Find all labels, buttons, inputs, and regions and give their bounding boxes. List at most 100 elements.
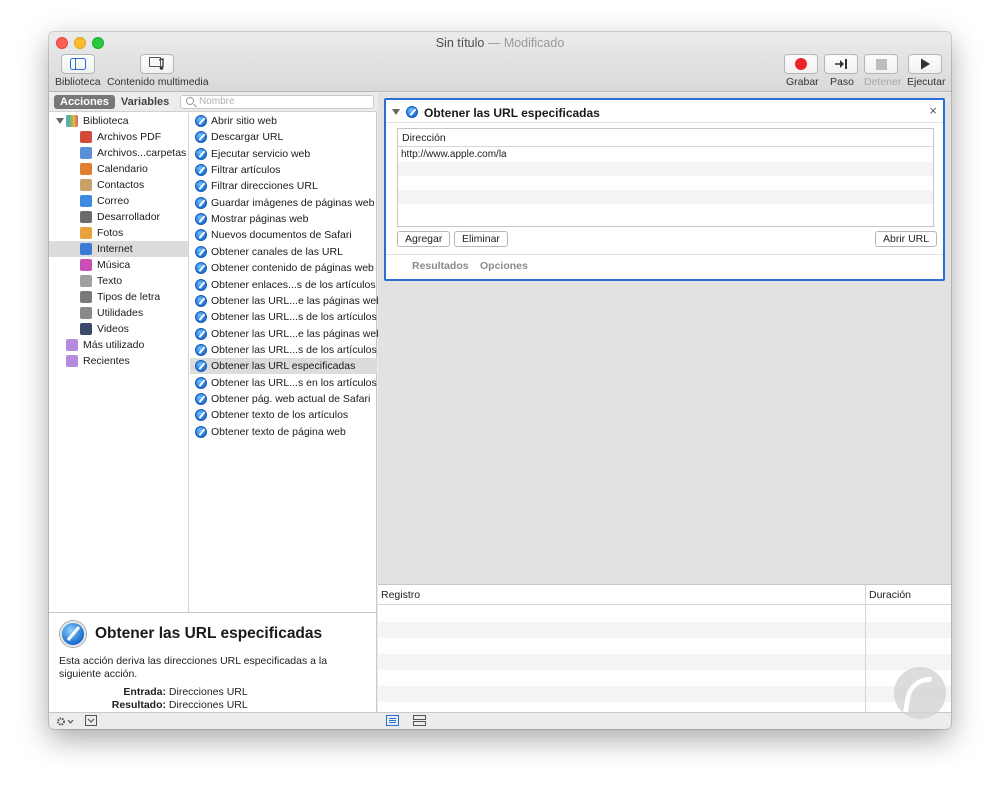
library-item[interactable]: Contactos (49, 177, 188, 193)
stop-button[interactable] (864, 54, 898, 74)
show-description-icon[interactable] (85, 715, 97, 726)
action-item-label: Abrir sitio web (211, 115, 277, 127)
url-table-row[interactable] (398, 162, 933, 176)
tab-opciones[interactable]: Opciones (480, 260, 528, 272)
action-item[interactable]: Obtener las URL...s de los artículos (190, 309, 377, 325)
close-action-icon[interactable]: × (929, 103, 937, 118)
category-icon (80, 147, 92, 159)
library-root-label: Biblioteca (83, 115, 129, 127)
smart-folder-icon (66, 355, 78, 367)
action-item[interactable]: Descargar URL (190, 129, 377, 145)
add-button[interactable]: Agregar (397, 231, 451, 247)
tab-resultados[interactable]: Resultados (412, 260, 469, 272)
workflow-area[interactable]: Obtener las URL especificadas × Direcció… (378, 93, 951, 584)
sidebar-icon (70, 58, 86, 70)
library-item[interactable]: Música (49, 257, 188, 273)
safari-compass-icon (195, 196, 207, 209)
category-icon (80, 291, 92, 303)
url-table[interactable]: Dirección http://www.apple.com/la (397, 128, 934, 227)
action-item[interactable]: Obtener canales de las URL (190, 244, 377, 260)
tab-acciones[interactable]: Acciones (54, 95, 115, 109)
log-column-duracion[interactable]: Duración (869, 585, 911, 605)
action-item[interactable]: Obtener las URL...s en los artículos (190, 375, 377, 391)
safari-compass-icon (195, 229, 207, 242)
action-item[interactable]: Obtener las URL especificadas (190, 358, 377, 375)
library-toggle-button[interactable] (61, 54, 95, 74)
action-item[interactable]: Mostrar páginas web (190, 211, 377, 227)
action-item[interactable]: Obtener las URL...s de los artículos (190, 342, 377, 358)
action-item-label: Mostrar páginas web (211, 213, 309, 226)
library-item[interactable]: Fotos (49, 225, 188, 241)
library-item[interactable]: Texto (49, 273, 188, 289)
collapse-triangle-icon[interactable] (392, 109, 400, 115)
result-type: Resultado: Direcciones URL (49, 699, 248, 711)
action-item[interactable]: Obtener enlaces...s de los artículos (190, 277, 377, 293)
action-item-label: Filtrar direcciones URL (211, 180, 318, 193)
url-table-header: Dirección (398, 129, 933, 147)
url-table-row[interactable]: http://www.apple.com/la (398, 148, 933, 162)
search-input[interactable]: Nombre (180, 95, 374, 109)
library-item[interactable]: Calendario (49, 161, 188, 177)
remove-button[interactable]: Eliminar (454, 231, 508, 247)
library-item[interactable]: Videos (49, 321, 188, 337)
record-button[interactable] (784, 54, 818, 74)
step-button[interactable] (824, 54, 858, 74)
smart-folder-item[interactable]: Recientes (49, 353, 188, 369)
library-item[interactable]: Utilidades (49, 305, 188, 321)
smart-folder-icon (66, 339, 78, 351)
split-view-icon[interactable] (413, 715, 426, 726)
divider (386, 122, 943, 123)
library-tabs: Acciones Variables (54, 95, 175, 109)
action-item-label: Ejecutar servicio web (211, 147, 311, 160)
action-item[interactable]: Abrir sitio web (190, 113, 377, 129)
action-item[interactable]: Filtrar artículos (190, 162, 377, 178)
category-icon (80, 163, 92, 175)
url-table-row[interactable] (398, 190, 933, 204)
media-button[interactable] (140, 54, 174, 74)
smart-folder-item[interactable]: Más utilizado (49, 337, 188, 353)
search-icon (186, 97, 194, 105)
action-item-label: Obtener texto de página web (211, 425, 346, 438)
library-item[interactable]: Correo (49, 193, 188, 209)
disclosure-triangle-icon[interactable] (56, 118, 64, 124)
library-item[interactable]: Internet (49, 241, 188, 257)
action-card[interactable]: Obtener las URL especificadas × Direcció… (384, 98, 945, 281)
url-table-row[interactable] (398, 204, 933, 218)
library-item[interactable]: Desarrollador (49, 209, 188, 225)
action-item[interactable]: Nuevos documentos de Safari (190, 227, 377, 243)
result-type-label: Resultado: (111, 699, 166, 711)
description-text: Esta acción deriva las direcciones URL e… (59, 655, 328, 680)
log-column-registro[interactable]: Registro (381, 585, 420, 605)
smart-folder-label: Más utilizado (83, 339, 145, 351)
library-item-label: Desarrollador (97, 211, 161, 223)
input-type-value: Direcciones URL (168, 686, 248, 698)
action-item[interactable]: Obtener pág. web actual de Safari (190, 391, 377, 407)
library-item[interactable]: Archivos...carpetas (49, 145, 188, 161)
action-item[interactable]: Filtrar direcciones URL (190, 178, 377, 194)
action-item[interactable]: Obtener texto de los artículos (190, 407, 377, 423)
run-button[interactable] (908, 54, 942, 74)
action-item[interactable]: Obtener texto de página web (190, 424, 377, 440)
open-url-button[interactable]: Abrir URL (875, 231, 938, 247)
record-icon (795, 58, 807, 70)
library-item-label: Archivos...carpetas (97, 147, 187, 159)
gear-icon[interactable] (56, 716, 74, 727)
library-item[interactable]: Tipos de letra (49, 289, 188, 305)
action-item[interactable]: Obtener las URL...e las páginas web (190, 293, 382, 309)
url-table-row[interactable] (398, 176, 933, 190)
library-item-label: Correo (97, 195, 130, 207)
action-description: Obtener las URL especificadas Esta acció… (49, 612, 377, 712)
toolbar: Sin título — Modificado Biblioteca Conte… (49, 32, 951, 92)
action-item[interactable]: Obtener las URL...e las páginas web (190, 326, 382, 342)
library-item[interactable]: Archivos PDF (49, 129, 188, 145)
tab-variables[interactable]: Variables (115, 95, 175, 109)
action-item[interactable]: Guardar imágenes de páginas web (190, 195, 377, 211)
window-title: Sin título — Modificado (49, 36, 951, 50)
category-icon (80, 179, 92, 191)
action-item-label: Obtener las URL...s de los artículos (211, 343, 377, 356)
action-item[interactable]: Obtener contenido de páginas web (190, 260, 377, 276)
list-view-icon[interactable] (386, 715, 399, 726)
library-root[interactable]: Biblioteca (49, 113, 188, 129)
action-item[interactable]: Ejecutar servicio web (190, 146, 377, 162)
safari-compass-icon (195, 164, 207, 177)
